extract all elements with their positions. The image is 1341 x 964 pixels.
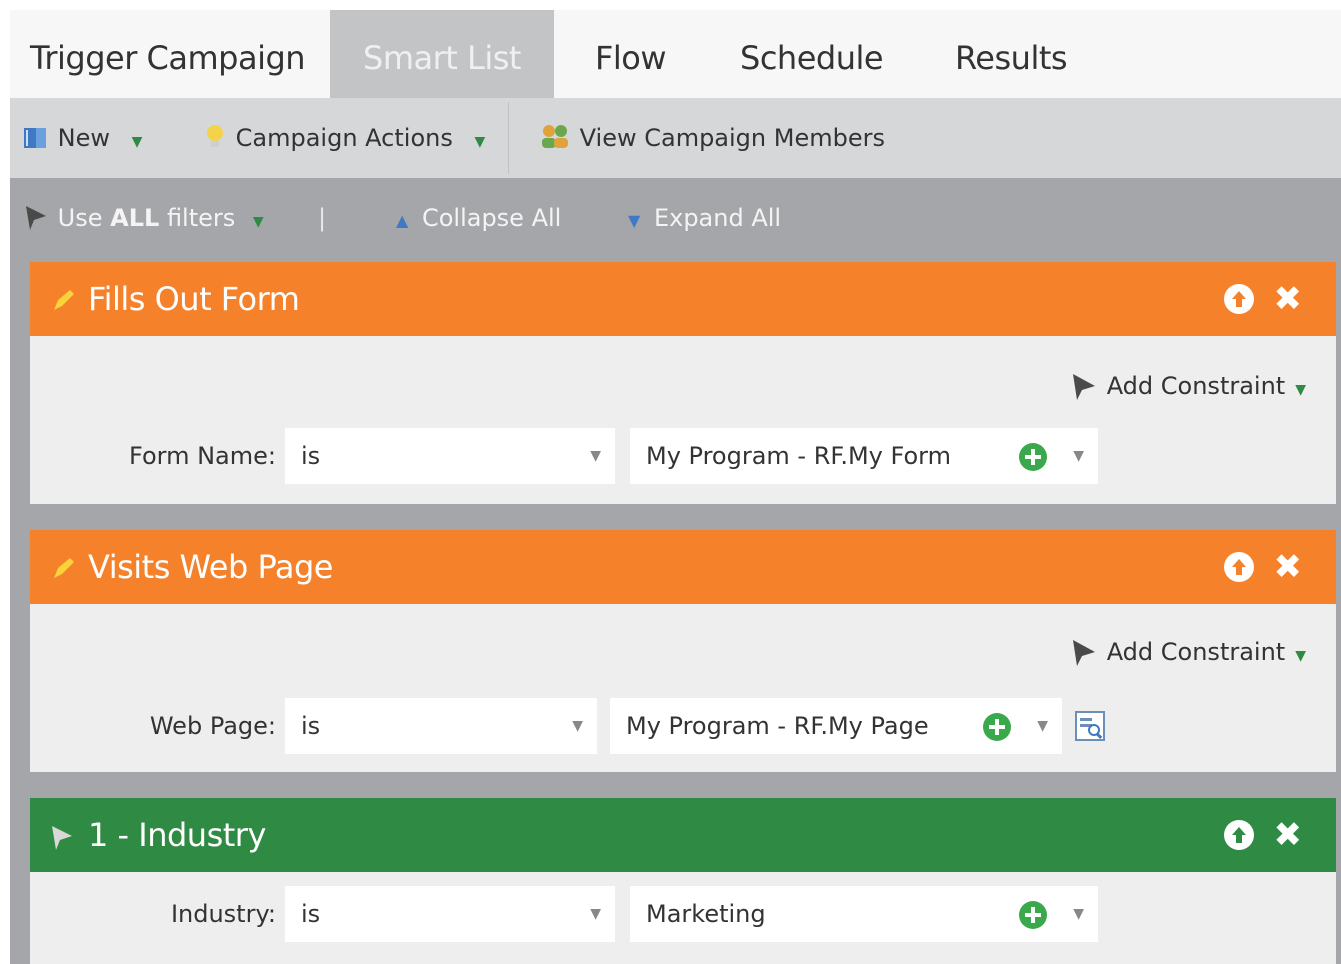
filter-funnel-icon: [1073, 374, 1096, 400]
filter-header-visits-web-page[interactable]: Visits Web Page ✖: [30, 530, 1336, 604]
people-icon: [542, 125, 568, 148]
chevron-down-icon: ▼: [590, 906, 601, 922]
add-constraint-label: Add Constraint: [1106, 638, 1286, 666]
chevron-down-icon: ▼: [1295, 382, 1306, 398]
value-text: Marketing: [646, 900, 766, 928]
pencil-icon: [54, 290, 74, 310]
campaign-actions-button[interactable]: Campaign Actions ▼: [202, 98, 485, 178]
campaign-actions-label: Campaign Actions: [235, 124, 453, 152]
move-up-icon[interactable]: [1224, 284, 1254, 314]
chevron-down-icon: ▼: [252, 214, 264, 230]
toolbar-divider: [508, 102, 509, 174]
new-label: New: [57, 124, 110, 152]
use-all-keyword: ALL: [110, 204, 160, 232]
tab-flow[interactable]: Flow: [595, 10, 715, 98]
add-constraint-button[interactable]: Add Constraint ▼: [1071, 632, 1306, 672]
filter-body-visits-web-page: Add Constraint ▼ Web Page: is ▼ My Progra…: [30, 604, 1336, 772]
close-icon[interactable]: ✖: [1274, 278, 1303, 320]
lightbulb-icon: [207, 125, 223, 147]
expand-all-button[interactable]: ▼ Expand All: [628, 178, 781, 258]
expand-triangle-icon: ▼: [628, 211, 641, 230]
expand-all-label: Expand All: [653, 204, 782, 232]
filter-header-industry[interactable]: 1 - Industry ✖: [30, 798, 1336, 872]
new-menu-button[interactable]: New ▼: [22, 98, 142, 178]
filter-title: Fills Out Form: [88, 280, 300, 318]
filter-funnel-icon: [1073, 640, 1096, 666]
use-all-filters-button[interactable]: Use ALL filters ▼: [24, 178, 264, 258]
operator-select[interactable]: is ▼: [285, 698, 597, 754]
operator-value: is: [301, 442, 321, 470]
use-prefix: Use: [57, 204, 103, 232]
tab-bar: Trigger Campaign Smart List Flow Schedul…: [10, 10, 1341, 98]
chevron-down-icon[interactable]: ▼: [1037, 698, 1048, 754]
close-icon[interactable]: ✖: [1274, 546, 1303, 588]
filter-funnel-icon: [26, 206, 46, 230]
field-label: Web Page:: [149, 712, 276, 740]
chevron-down-icon[interactable]: ▼: [1073, 886, 1084, 942]
filter-funnel-icon: [52, 826, 72, 850]
operator-select[interactable]: is ▼: [285, 886, 615, 942]
field-label: Industry:: [170, 900, 276, 928]
add-constraint-label: Add Constraint: [1106, 372, 1286, 400]
filter-header-fills-out-form[interactable]: Fills Out Form ✖: [30, 262, 1336, 336]
filter-body-fills-out-form: Add Constraint ▼ Form Name: is ▼ My Progr…: [30, 336, 1336, 504]
toolbar-separator: |: [318, 204, 327, 232]
collapse-triangle-icon: ▲: [396, 211, 409, 230]
value-select[interactable]: Marketing ▼: [630, 886, 1098, 942]
chevron-down-icon: ▼: [572, 718, 583, 734]
book-icon: [24, 128, 46, 148]
tab-smart-list[interactable]: Smart List: [330, 10, 554, 98]
operator-select[interactable]: is ▼: [285, 428, 615, 484]
collapse-all-label: Collapse All: [421, 204, 562, 232]
operator-value: is: [301, 900, 321, 928]
field-label: Form Name:: [129, 442, 276, 470]
page-picker-icon[interactable]: [1074, 710, 1106, 742]
use-suffix: filters: [166, 204, 236, 232]
view-members-label: View Campaign Members: [579, 124, 885, 152]
tab-schedule[interactable]: Schedule: [740, 10, 920, 98]
chevron-down-icon: ▼: [590, 448, 601, 464]
add-constraint-button[interactable]: Add Constraint ▼: [1071, 366, 1306, 406]
operator-value: is: [301, 712, 321, 740]
add-value-plus-icon[interactable]: [1018, 442, 1048, 472]
add-value-plus-icon[interactable]: [1018, 900, 1048, 930]
chevron-down-icon: ▼: [1295, 648, 1306, 664]
tab-results[interactable]: Results: [955, 10, 1115, 98]
close-icon[interactable]: ✖: [1274, 814, 1303, 856]
filter-title: 1 - Industry: [88, 816, 266, 854]
value-select[interactable]: My Program - RF.My Page ▼: [610, 698, 1062, 754]
filter-title: Visits Web Page: [88, 548, 333, 586]
value-text: My Program - RF.My Page: [626, 712, 929, 740]
filter-toolbar: Use ALL filters ▼ | ▲ Collapse All ▼ Exp…: [10, 178, 1341, 258]
add-value-plus-icon[interactable]: [982, 712, 1012, 742]
collapse-all-button[interactable]: ▲ Collapse All: [396, 178, 561, 258]
value-text: My Program - RF.My Form: [646, 442, 951, 470]
move-up-icon[interactable]: [1224, 552, 1254, 582]
smart-list-editor: Trigger Campaign Smart List Flow Schedul…: [10, 0, 1341, 964]
value-select[interactable]: My Program - RF.My Form ▼: [630, 428, 1098, 484]
move-up-icon[interactable]: [1224, 820, 1254, 850]
tab-trigger-campaign[interactable]: Trigger Campaign: [30, 10, 330, 98]
filters-panel: Fills Out Form ✖ Add Constraint ▼ Form Na…: [10, 258, 1341, 964]
chevron-down-icon[interactable]: ▼: [1073, 428, 1084, 484]
chevron-down-icon: ▼: [131, 134, 143, 150]
view-campaign-members-button[interactable]: View Campaign Members: [538, 98, 885, 178]
campaign-toolbar: New ▼ Campaign Actions ▼ View Campaign M…: [10, 98, 1341, 178]
filter-body-industry: Industry: is ▼ Marketing ▼: [30, 872, 1336, 964]
chevron-down-icon: ▼: [474, 134, 486, 150]
pencil-icon: [54, 558, 74, 578]
